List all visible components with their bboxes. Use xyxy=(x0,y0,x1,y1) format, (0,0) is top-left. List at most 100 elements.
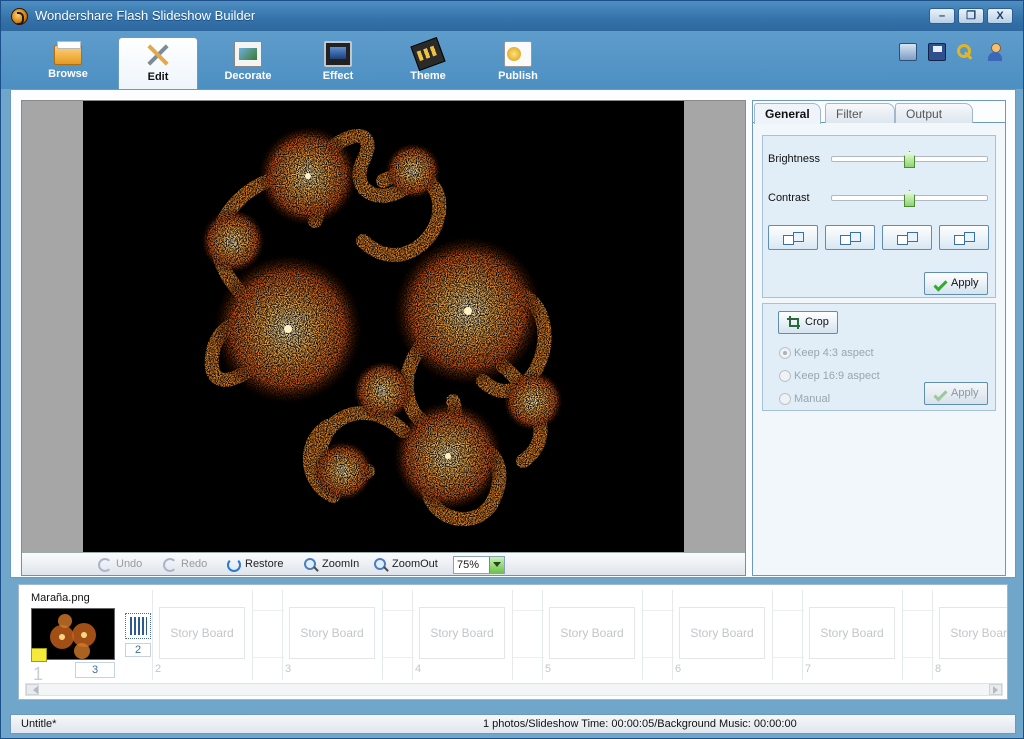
scroll-right-icon[interactable] xyxy=(989,684,1002,695)
flip-horizontal-button[interactable] xyxy=(882,225,932,250)
tab-edit-label: Edit xyxy=(147,71,169,83)
zoom-in-button[interactable]: ZoomIn xyxy=(304,558,359,572)
edit-workspace: Undo Redo Restore ZoomIn ZoomOut 75% Gen… xyxy=(10,89,1016,578)
transition-gap[interactable] xyxy=(382,590,414,680)
key-icon[interactable] xyxy=(956,43,974,61)
transition-gap[interactable] xyxy=(642,590,674,680)
zoom-select[interactable]: 75% xyxy=(453,556,505,574)
redo-icon xyxy=(163,558,177,572)
save-icon[interactable] xyxy=(928,43,946,61)
tab-theme[interactable]: Theme xyxy=(388,36,468,89)
tab-browse-label: Browse xyxy=(48,68,88,80)
undo-icon xyxy=(98,558,112,572)
fractal-image xyxy=(201,126,563,526)
apply-crop-button[interactable]: Apply xyxy=(924,382,988,405)
slot-number: 6 xyxy=(675,663,682,675)
zoom-value: 75% xyxy=(457,559,480,571)
tab-decorate-label: Decorate xyxy=(224,70,272,82)
photo-canvas[interactable] xyxy=(83,101,684,552)
transition-duration[interactable]: 2 xyxy=(125,643,151,657)
slide-duration[interactable]: 3 xyxy=(75,662,115,678)
storyboard-scrollbar[interactable] xyxy=(25,683,1003,696)
minimize-button[interactable]: – xyxy=(929,8,955,24)
transition-gap[interactable] xyxy=(902,590,934,680)
story-board-placeholder: Story Board xyxy=(289,607,375,659)
slideshow-summary: 1 photos/Slideshow Time: 00:00:05/Backgr… xyxy=(483,718,797,730)
zoom-out-button[interactable]: ZoomOut xyxy=(374,558,438,572)
contrast-slider[interactable] xyxy=(831,190,988,207)
project-name: Untitle* xyxy=(21,718,57,730)
close-button[interactable]: X xyxy=(987,8,1013,24)
slot-number: 3 xyxy=(285,663,292,675)
tab-publish[interactable]: Publish xyxy=(478,37,558,89)
story-board-placeholder: Story Board xyxy=(939,607,1007,659)
redo-button[interactable]: Redo xyxy=(163,558,207,572)
app-logo-icon xyxy=(11,8,28,25)
storyboard-slot[interactable]: Story Board 2 xyxy=(152,590,284,680)
chevron-down-icon[interactable] xyxy=(489,557,504,573)
zoom-in-icon xyxy=(304,558,318,572)
story-board-placeholder: Story Board xyxy=(679,607,765,659)
undo-label: Undo xyxy=(116,558,143,570)
radio-dot xyxy=(779,393,791,405)
tab-output[interactable]: Output xyxy=(895,103,973,123)
apply-adjust-label: Apply xyxy=(951,277,979,289)
transition-gap[interactable] xyxy=(252,590,284,680)
brightness-slider-thumb[interactable] xyxy=(904,151,915,168)
radio-keep-4-3[interactable]: Keep 4:3 aspect xyxy=(779,347,874,359)
apply-crop-label: Apply xyxy=(951,387,979,399)
storyboard-slot[interactable]: Story Board 4 xyxy=(412,590,544,680)
storyboard-slot[interactable]: Story Board 6 xyxy=(672,590,804,680)
tab-decorate[interactable]: Decorate xyxy=(208,37,288,89)
transition-slot[interactable]: 2 xyxy=(125,613,151,673)
story-board-placeholder: Story Board xyxy=(549,607,635,659)
settings-icon[interactable] xyxy=(899,43,917,61)
slot-number: 8 xyxy=(935,663,942,675)
storyboard-slot[interactable]: Story Board 5 xyxy=(542,590,674,680)
tab-effect[interactable]: Effect xyxy=(298,37,378,89)
transition-gap[interactable] xyxy=(772,590,804,680)
radio-manual[interactable]: Manual xyxy=(779,393,830,405)
storyboard-slot[interactable]: Story Board 3 xyxy=(282,590,414,680)
title-bar[interactable]: Wondershare Flash Slideshow Builder – ❐ … xyxy=(1,1,1023,31)
transition-icon[interactable] xyxy=(125,613,151,639)
adjust-group: Brightness Contrast Apply xyxy=(762,135,996,298)
user-icon[interactable] xyxy=(986,43,1004,61)
contrast-label: Contrast xyxy=(768,192,810,204)
slide-1[interactable]: Maraña.png 1 3 xyxy=(27,590,127,685)
radio-keep-16-9-label: Keep 16:9 aspect xyxy=(794,370,880,382)
scroll-left-icon[interactable] xyxy=(26,684,39,695)
preview-area: Undo Redo Restore ZoomIn ZoomOut 75% xyxy=(21,100,746,576)
undo-button[interactable]: Undo xyxy=(98,558,142,572)
radio-manual-label: Manual xyxy=(794,393,831,405)
rotate-right-button[interactable] xyxy=(825,225,875,250)
story-board-placeholder: Story Board xyxy=(159,607,245,659)
crop-group: Crop Keep 4:3 aspect Keep 16:9 aspect Ma… xyxy=(762,303,996,411)
restore-button[interactable]: Restore xyxy=(227,558,284,572)
brightness-slider[interactable] xyxy=(831,151,988,168)
transition-gap[interactable] xyxy=(512,590,544,680)
crop-button[interactable]: Crop xyxy=(778,311,838,334)
storyboard-slot[interactable]: Story Board 8 xyxy=(932,590,1007,680)
tab-effect-label: Effect xyxy=(322,70,354,82)
tab-browse[interactable]: Browse xyxy=(28,37,108,89)
tab-edit[interactable]: Edit xyxy=(118,37,198,89)
slot-number: 4 xyxy=(415,663,422,675)
story-board-placeholder: Story Board xyxy=(809,607,895,659)
check-icon xyxy=(933,277,947,289)
contrast-slider-thumb[interactable] xyxy=(904,190,915,207)
edit-photo-icon[interactable] xyxy=(31,648,47,662)
tab-filter[interactable]: Filter xyxy=(825,103,895,123)
tab-general[interactable]: General xyxy=(754,103,821,124)
radio-keep-16-9[interactable]: Keep 16:9 aspect xyxy=(779,370,880,382)
theme-icon xyxy=(410,36,446,72)
story-board-placeholder: Story Board xyxy=(419,607,505,659)
apply-adjust-button[interactable]: Apply xyxy=(924,272,988,295)
rotate-left-button[interactable] xyxy=(768,225,818,250)
storyboard-slot[interactable]: Story Board 7 xyxy=(802,590,934,680)
radio-keep-4-3-label: Keep 4:3 aspect xyxy=(794,347,874,359)
properties-panel: General Filter Output Brightness Contras… xyxy=(752,100,1006,576)
crop-icon xyxy=(787,316,801,329)
restore-button[interactable]: ❐ xyxy=(958,8,984,24)
flip-vertical-button[interactable] xyxy=(939,225,989,250)
